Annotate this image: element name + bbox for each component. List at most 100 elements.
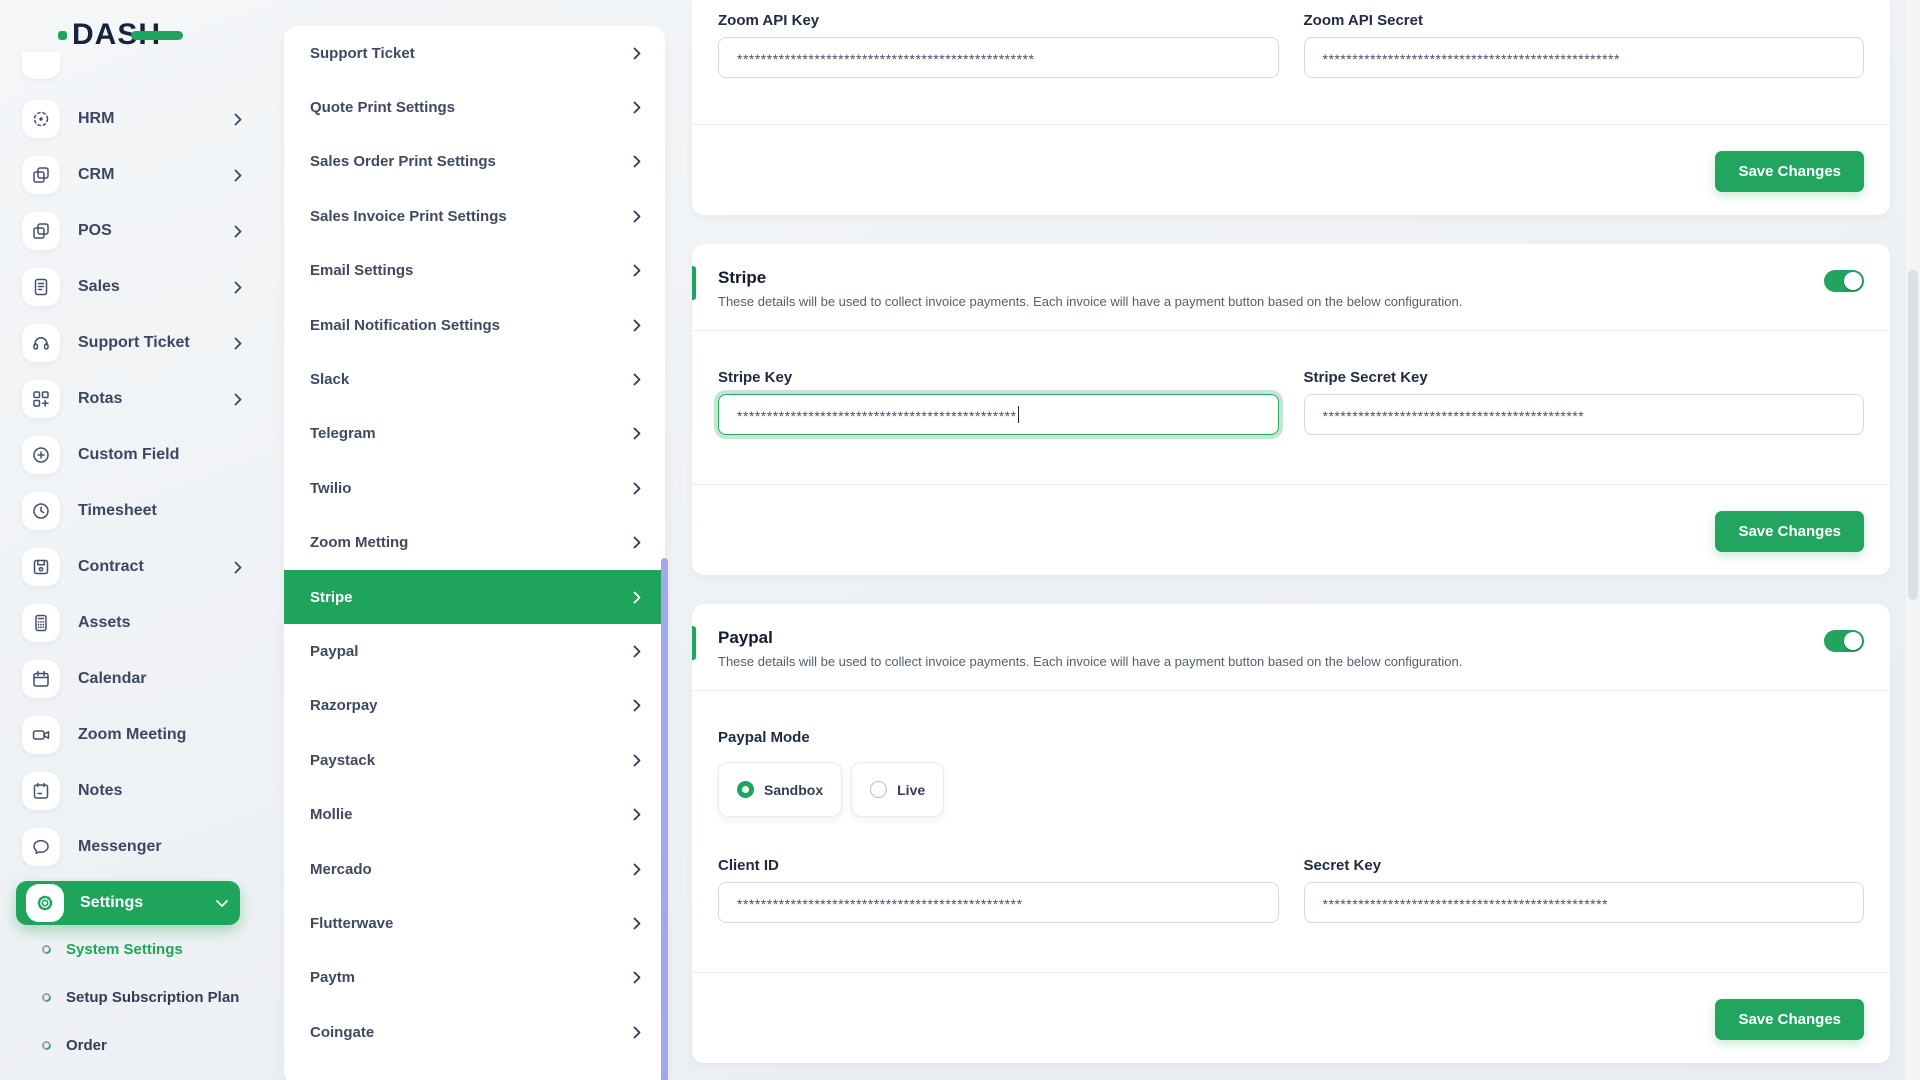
radio-selected-icon[interactable]	[737, 781, 754, 798]
sidebar-subitem-order[interactable]: Order	[0, 1021, 262, 1069]
settings-nav-item-email-settings[interactable]: Email Settings	[284, 244, 665, 298]
zoom-field-grid: Zoom API Key ****************************…	[718, 12, 1864, 78]
paypal-card-footer: Save Changes	[692, 973, 1890, 1063]
sidebar-subitem-label: Order	[66, 1036, 107, 1054]
field-label: Stripe Secret Key	[1303, 369, 1428, 386]
settings-nav-item-support-ticket[interactable]: Support Ticket	[284, 26, 665, 80]
chevron-right-icon	[633, 536, 641, 549]
settings-nav-item-sales-invoice-print-settings[interactable]: Sales Invoice Print Settings	[284, 189, 665, 243]
stripe-card-body: Stripe Key ******************************…	[692, 331, 1890, 484]
paypal-toggle[interactable]	[1824, 630, 1864, 652]
masked-value: ****************************************…	[737, 51, 1035, 67]
save-changes-button[interactable]: Save Changes	[1715, 151, 1864, 192]
stripe-key-input[interactable]: ****************************************…	[718, 394, 1279, 435]
stripe-secret-key-input[interactable]: ****************************************…	[1303, 394, 1864, 435]
settings-nav-item-mercado[interactable]: Mercado	[284, 842, 665, 896]
chevron-right-icon	[633, 155, 641, 168]
stripe-toggle[interactable]	[1824, 270, 1864, 292]
chevron-right-icon	[633, 917, 641, 930]
app-root: DASH HRM CRM POS Sales Support Ticket Rotas Cu…	[0, 0, 1920, 1080]
paypal-mode-radio-group: Sandbox Live	[718, 762, 1864, 817]
save-changes-button[interactable]: Save Changes	[1715, 999, 1864, 1040]
sidebar-item-assets[interactable]: Assets	[0, 595, 262, 651]
sidebar-item-notes[interactable]: Notes	[0, 763, 262, 819]
form-field-stripe-key: Stripe Key ******************************…	[718, 369, 1279, 435]
main-sidebar: DASH HRM CRM POS Sales Support Ticket Rotas Cu…	[0, 0, 262, 1080]
masked-value: ****************************************…	[1322, 896, 1609, 912]
settings-nav-item-coingate[interactable]: Coingate	[284, 1005, 665, 1059]
sidebar-item-settings[interactable]: Settings	[16, 881, 240, 925]
settings-nav-item-skrill[interactable]: Skrill	[284, 1059, 665, 1080]
sidebar-item-timesheet[interactable]: Timesheet	[0, 483, 262, 539]
clock-icon	[22, 492, 60, 530]
settings-nav-item-label: Sales Invoice Print Settings	[310, 207, 507, 225]
radio-option-sandbox[interactable]: Sandbox	[718, 762, 843, 817]
masked-value: ****************************************…	[1322, 51, 1620, 67]
settings-nav-item-razorpay[interactable]: Razorpay	[284, 679, 665, 733]
settings-nav-item-mollie[interactable]: Mollie	[284, 787, 665, 841]
sidebar-item-zoom-meeting[interactable]: Zoom Meeting	[0, 707, 262, 763]
circle-plus-icon	[22, 436, 60, 474]
sidebar-subitem-setup-subscription-plan[interactable]: Setup Subscription Plan	[0, 973, 262, 1021]
chevron-right-icon	[633, 427, 641, 440]
settings-nav-item-paytm[interactable]: Paytm	[284, 951, 665, 1005]
sidebar-item-crm[interactable]: CRM	[0, 147, 262, 203]
settings-nav-item-label: Sales Order Print Settings	[310, 153, 496, 171]
settings-nav-item-paypal[interactable]: Paypal	[284, 624, 665, 678]
zoom-api-key-input[interactable]: ****************************************…	[718, 37, 1279, 78]
chevron-right-icon	[633, 482, 641, 495]
settings-nav-item-paystack[interactable]: Paystack	[284, 733, 665, 787]
bullet-icon	[40, 942, 53, 956]
settings-nav-item-label: Razorpay	[310, 697, 378, 715]
settings-panel-scrollbar[interactable]	[661, 558, 668, 1080]
sidebar-item-messenger[interactable]: Messenger	[0, 819, 262, 875]
sidebar-item-label: Assets	[78, 614, 131, 631]
notes-icon	[22, 772, 60, 810]
settings-nav-item-slack[interactable]: Slack	[284, 352, 665, 406]
sidebar-item-custom-field[interactable]: Custom Field	[0, 427, 262, 483]
sidebar-item-contract[interactable]: Contract	[0, 539, 262, 595]
card-accent-bar	[692, 626, 696, 660]
secret-key-input[interactable]: ****************************************…	[1303, 882, 1864, 923]
page-scrollbar-thumb[interactable]	[1908, 270, 1918, 600]
save-changes-button[interactable]: Save Changes	[1715, 511, 1864, 552]
sidebar-subitem-system-settings[interactable]: System Settings	[0, 925, 262, 973]
field-label: Secret Key	[1303, 857, 1382, 874]
paypal-card-header: Paypal These details will be used to col…	[692, 604, 1890, 690]
settings-nav-item-quote-print-settings[interactable]: Quote Print Settings	[284, 80, 665, 134]
settings-nav-item-flutterwave[interactable]: Flutterwave	[284, 896, 665, 950]
page-scrollbar[interactable]	[1904, 0, 1920, 1080]
settings-nav-item-zoom-metting[interactable]: Zoom Metting	[284, 516, 665, 570]
contract-icon	[22, 548, 60, 586]
radio-label: Sandbox	[764, 781, 824, 798]
stripe-settings-card: Stripe These details will be used to col…	[692, 244, 1890, 575]
sidebar-item-calendar[interactable]: Calendar	[0, 651, 262, 707]
sidebar-item-support-ticket[interactable]: Support Ticket	[0, 315, 262, 371]
settings-nav-item-email-notification-settings[interactable]: Email Notification Settings	[284, 298, 665, 352]
sidebar-item-pos[interactable]: POS	[0, 203, 262, 259]
app-logo[interactable]: DASH	[58, 18, 184, 52]
toggle-knob-icon	[1844, 632, 1862, 650]
gear-icon	[26, 884, 64, 922]
sidebar-item-label: Contract	[78, 558, 144, 575]
sidebar-item-rotas[interactable]: Rotas	[0, 371, 262, 427]
chevron-right-icon	[633, 373, 641, 386]
chevron-right-icon	[633, 645, 641, 658]
sidebar-item-hrm[interactable]: HRM	[0, 91, 262, 147]
settings-nav-item-telegram[interactable]: Telegram	[284, 407, 665, 461]
sidebar-item-sales[interactable]: Sales	[0, 259, 262, 315]
settings-nav-item-stripe[interactable]: Stripe	[284, 569, 665, 625]
client-id-input[interactable]: ****************************************…	[718, 882, 1279, 923]
chevron-right-icon	[234, 337, 242, 350]
chevron-right-icon	[234, 169, 242, 182]
settings-nav-item-label: Email Notification Settings	[310, 316, 501, 334]
settings-nav-item-sales-order-print-settings[interactable]: Sales Order Print Settings	[284, 135, 665, 189]
zoom-api-secret-input[interactable]: ****************************************…	[1303, 37, 1864, 78]
chevron-right-icon	[633, 1026, 641, 1039]
settings-nav-item-twilio[interactable]: Twilio	[284, 461, 665, 515]
radio-option-live[interactable]: Live	[851, 762, 945, 817]
logo-dash-icon	[131, 30, 184, 40]
card-accent-bar	[692, 266, 696, 300]
paypal-field-grid: Client ID *******************************…	[718, 857, 1864, 923]
radio-unselected-icon[interactable]	[870, 781, 888, 798]
